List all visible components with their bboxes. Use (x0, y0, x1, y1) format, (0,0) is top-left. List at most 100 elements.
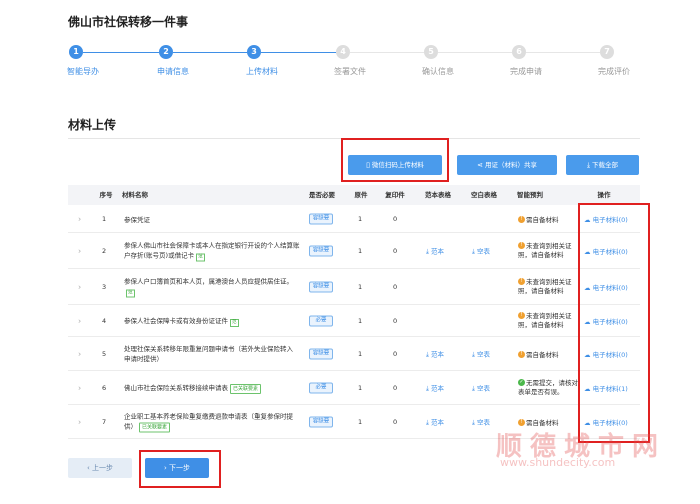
required-tag: 容缺要 (309, 416, 333, 427)
warning-icon: ! (518, 242, 525, 249)
section-title: 材料上传 (68, 118, 117, 132)
copy-count: 0 (393, 214, 398, 223)
download-icon: ⤓ (426, 247, 429, 255)
step-1-circle[interactable]: 1 (69, 45, 83, 59)
blank-download-link[interactable]: ⤓ 空表 (472, 416, 490, 427)
download-icon: ⤓ (586, 161, 591, 169)
step-1-label[interactable]: 智能导办 (67, 66, 99, 77)
row-num: 7 (102, 417, 107, 426)
material-name: 参保人佛山市社会保障卡或本人在指定银行开设的个人结算账户存折(账号页)或借记卡范 (124, 240, 302, 261)
row-num: 1 (102, 214, 107, 223)
expand-arrow-icon[interactable]: › (78, 316, 81, 325)
copy-count: 0 (393, 246, 398, 255)
material-name: 企业职工基本养老保险重复缴费退款申请表（重复参保时提供） 已关联要素 (124, 411, 299, 432)
download-icon: ⤓ (426, 418, 429, 426)
sample-tag: 范 (230, 318, 239, 327)
step-3-circle[interactable]: 3 (247, 45, 261, 59)
blank-label: 空表 (476, 247, 490, 255)
precheck-status: ! 未查询到相关证照，请自备材料 (518, 312, 582, 330)
sample-label: 范本 (430, 418, 444, 426)
material-name-text: 参保人社会保障卡或有效身份证证件 (124, 316, 228, 325)
precheck-status: ! 需自备材料 (518, 349, 588, 359)
prev-step-button[interactable]: ‹ 上一步 (68, 458, 132, 478)
linked-elements-tag: 已关联要素 (230, 383, 262, 394)
blank-download-link[interactable]: ⤓ 空表 (472, 382, 490, 393)
sample-download-link[interactable]: ⤓ 范本 (426, 348, 444, 359)
required-tag: 必要 (309, 382, 333, 393)
precheck-status: ! 未查询到相关证照，请自备材料 (518, 278, 582, 296)
expand-arrow-icon[interactable]: › (78, 214, 81, 223)
step-7-label: 完成评价 (598, 67, 630, 76)
electronic-material-link[interactable]: ☁ 电子材料(0) (584, 214, 628, 224)
original-count: 1 (358, 316, 363, 325)
cloud-upload-icon: ☁ (584, 215, 591, 224)
cloud-upload-icon: ☁ (584, 384, 591, 393)
expand-arrow-icon[interactable]: › (78, 417, 81, 426)
blank-label: 空表 (476, 350, 490, 358)
step-4-label: 签署文件 (334, 67, 366, 76)
required-tag: 必要 (309, 315, 333, 326)
sample-tag: 范 (196, 253, 205, 261)
next-step-label: 下一步 (169, 464, 191, 472)
electronic-material-link[interactable]: ☁ 电子材料(0) (584, 282, 628, 292)
material-name-text: 佛山市社会保险关系转移接续申请表 (124, 383, 228, 392)
electronic-material-label: 电子材料(0) (592, 283, 628, 292)
step-2-circle[interactable]: 2 (159, 45, 173, 59)
stepper-line (261, 52, 336, 53)
blank-download-link[interactable]: ⤓ 空表 (472, 245, 490, 256)
electronic-material-link[interactable]: ☁ 电子材料(0) (584, 316, 628, 326)
warning-icon: ! (518, 312, 525, 319)
col-precheck: 智能预判 (517, 191, 543, 199)
download-all-button[interactable]: ⤓ 下载全部 (566, 155, 639, 175)
electronic-material-link[interactable]: ☁ 电子材料(0) (584, 246, 628, 256)
original-count: 1 (358, 383, 363, 392)
phone-icon: ▯ (366, 161, 370, 169)
sample-download-link[interactable]: ⤓ 范本 (426, 382, 444, 393)
copy-count: 0 (393, 383, 398, 392)
stepper-line (173, 52, 247, 53)
col-operation: 操作 (597, 191, 611, 199)
material-name: 参保凭证 (124, 215, 150, 224)
precheck-text: 未查询到相关证照，请自备材料 (518, 241, 572, 259)
sample-label: 范本 (430, 247, 444, 255)
watermark-url: www.shundecity.com (500, 456, 616, 469)
step-3-label[interactable]: 上传材料 (246, 66, 278, 77)
cloud-upload-icon: ☁ (584, 350, 591, 359)
col-num: 序号 (99, 191, 113, 199)
table-row: › 1 参保凭证 容缺要 1 0 ! 需自备材料 ☁ 电子材料(0) (68, 205, 640, 233)
expand-arrow-icon[interactable]: › (78, 383, 81, 392)
precheck-status: ✓ 无需提交，请核对表单是否有误。 (518, 379, 582, 397)
download-icon: ⤓ (426, 384, 429, 392)
step-5-circle: 5 (424, 45, 438, 59)
cloud-upload-icon: ☁ (584, 317, 591, 326)
electronic-material-link[interactable]: ☁ 电子材料(1) (584, 383, 628, 393)
expand-arrow-icon[interactable]: › (78, 282, 81, 291)
sample-download-link[interactable]: ⤓ 范本 (426, 416, 444, 427)
precheck-text: 需自备材料 (526, 215, 559, 224)
electronic-material-link[interactable]: ☁ 电子材料(0) (584, 349, 628, 359)
scan-upload-button[interactable]: ▯ 微信扫码上传材料 (348, 155, 442, 175)
warning-icon: ! (518, 278, 525, 285)
expand-arrow-icon[interactable]: › (78, 349, 81, 358)
table-header: 序号 材料名称 是否必要 原件 复印件 范本表格 空白表格 智能预判 操作 (68, 185, 640, 205)
check-icon: ✓ (518, 379, 525, 386)
share-button[interactable]: ⋖ 用证（材料）共享 (457, 155, 557, 175)
stepper-line (438, 52, 512, 53)
linked-elements-tag: 已关联要素 (139, 422, 171, 432)
prev-step-label: 上一步 (92, 464, 114, 472)
material-name: 佛山市社会保险关系转移接续申请表 已关联要素 (124, 382, 302, 394)
cloud-upload-icon: ☁ (584, 283, 591, 292)
step-2-label[interactable]: 申请信息 (157, 66, 189, 77)
stepper-line (526, 52, 600, 53)
electronic-material-link[interactable]: ☁ 电子材料(0) (584, 417, 628, 427)
download-icon: ⤓ (472, 418, 475, 426)
table-row: › 3 参保人户口簿首页和本人页，属港澳台人员应提供居住证。范 容缺要 1 0 … (68, 269, 640, 305)
blank-download-link[interactable]: ⤓ 空表 (472, 348, 490, 359)
original-count: 1 (358, 417, 363, 426)
sample-download-link[interactable]: ⤓ 范本 (426, 245, 444, 256)
next-step-button[interactable]: › 下一步 (145, 458, 209, 478)
progress-stepper: 1 智能导办 2 申请信息 3 上传材料 4 签署文件 5 确认信息 6 完成申… (0, 45, 700, 85)
electronic-material-label: 电子材料(0) (592, 317, 628, 326)
expand-arrow-icon[interactable]: › (78, 246, 81, 255)
original-count: 1 (358, 282, 363, 291)
